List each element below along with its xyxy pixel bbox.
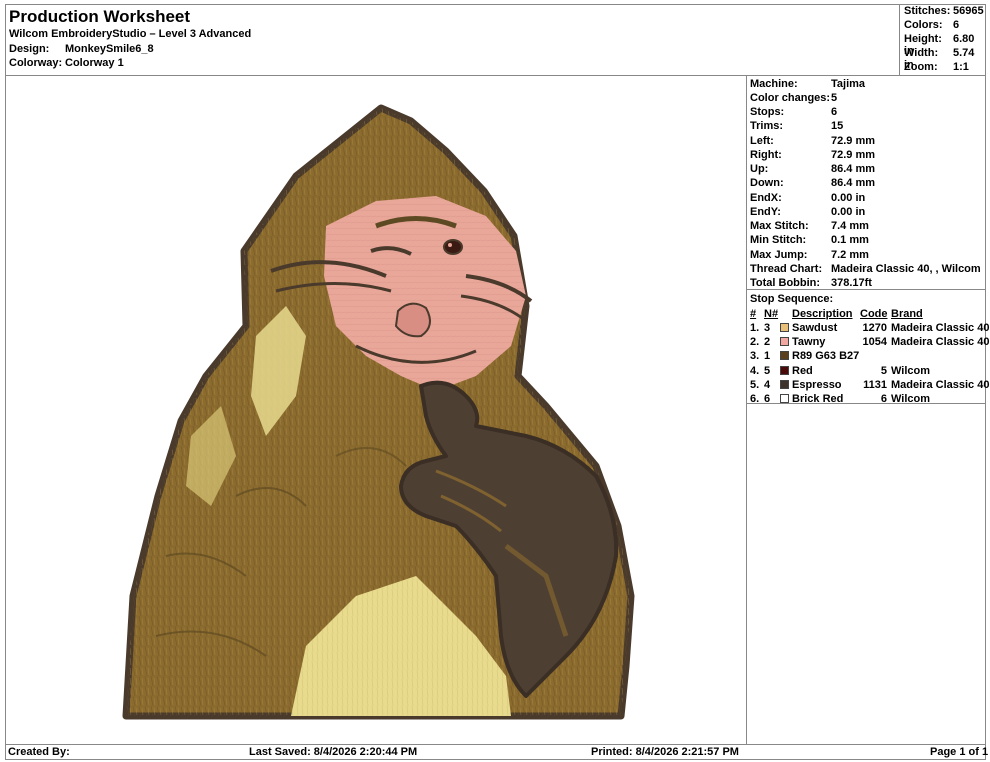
- needle-number: 5: [764, 364, 771, 377]
- thread-brand: Madeira Classic 40: [891, 378, 990, 391]
- table-row: 3. 1 R89 G63 B27: [747, 350, 985, 364]
- detail-left: Left: 72.9 mm: [750, 135, 876, 147]
- detail-down: Down: 86.4 mm: [750, 177, 876, 189]
- software-name: Wilcom EmbroideryStudio – Level 3 Advanc…: [9, 28, 252, 40]
- stop-sequence-title: Stop Sequence:: [750, 293, 834, 305]
- detail-total-bobbin: Total Bobbin: 378.17ft: [750, 277, 872, 289]
- stat-zoom: Zoom: 1:1: [904, 61, 969, 73]
- detail-max-jump: Max Jump: 7.2 mm: [750, 249, 869, 261]
- detail-trims: Trims: 15: [750, 120, 844, 132]
- stop-sequence-table: Stop Sequence: # N# Description Code Bra…: [747, 289, 989, 407]
- thread-description: Red: [792, 364, 813, 377]
- thread-description: Espresso: [792, 378, 842, 391]
- thread-description: Tawny: [792, 336, 826, 349]
- row-number: 5.: [750, 378, 760, 391]
- thread-code: 1054: [862, 336, 887, 349]
- page-number: Page 1 of 1: [930, 746, 989, 758]
- stat-stitches: Stitches: 56965: [904, 5, 984, 17]
- detail-up: Up: 86.4 mm: [750, 163, 876, 175]
- stat-colors: Colors: 6: [904, 19, 960, 31]
- color-swatch: [780, 394, 789, 403]
- colorway-row: Colorway: Colorway 1: [9, 57, 124, 69]
- thread-code: 1131: [863, 378, 887, 391]
- needle-number: 4: [764, 378, 771, 391]
- table-row: 6. 6 Brick Red 6 Wilcom: [747, 393, 985, 407]
- col-header-n: N#: [764, 308, 779, 320]
- thread-code: 1270: [862, 322, 887, 334]
- table-row: 1. 3 Sawdust 1270 Madeira Classic 40: [747, 322, 989, 336]
- colorway-label: Colorway:: [9, 57, 63, 69]
- worksheet-header: Production Worksheet Wilcom EmbroiderySt…: [6, 5, 985, 76]
- thread-brand: Madeira Classic 40: [891, 336, 990, 349]
- detail-thread-chart: Thread Chart: Madeira Classic 40, , Wilco…: [750, 263, 981, 275]
- col-header-num: #: [750, 308, 757, 320]
- color-swatch: [780, 365, 789, 375]
- detail-endx: EndX: 0.00 in: [750, 192, 866, 204]
- design-preview: [6, 76, 747, 744]
- row-number: 3.: [750, 350, 760, 363]
- design-label: Design:: [9, 43, 50, 55]
- colorway-value: Colorway 1: [65, 57, 124, 69]
- monkey-embroidery-image: [122, 104, 635, 720]
- printed-date: Printed: 8/4/2026 2:21:57 PM: [591, 746, 739, 758]
- thread-description: Sawdust: [792, 322, 838, 334]
- col-header-code: Code: [860, 308, 888, 320]
- detail-min-stitch: Min Stitch: 0.1 mm: [750, 234, 869, 246]
- detail-stops: Stops: 6: [750, 106, 838, 118]
- thread-brand: Wilcom: [891, 393, 931, 405]
- col-header-description: Description: [792, 308, 853, 320]
- detail-max-stitch: Max Stitch: 7.4 mm: [750, 220, 869, 232]
- detail-right: Right: 72.9 mm: [750, 149, 876, 161]
- detail-endy: EndY: 0.00 in: [750, 206, 866, 218]
- needle-number: 1: [764, 350, 771, 363]
- row-number: 6.: [750, 393, 760, 405]
- detail-color-changes: Color changes:5: [750, 92, 838, 104]
- needle-number: 2: [764, 336, 771, 349]
- row-number: 4.: [750, 364, 760, 377]
- worksheet: Production Worksheet Wilcom EmbroiderySt…: [5, 4, 989, 760]
- page-title: Production Worksheet: [9, 7, 191, 26]
- color-swatch: [780, 323, 789, 332]
- row-number: 2.: [750, 336, 760, 349]
- thread-brand: Wilcom: [891, 364, 931, 377]
- thread-description: Brick Red: [792, 393, 844, 405]
- table-row: 4. 5 Red 5 Wilcom: [747, 365, 985, 379]
- design-value: MonkeySmile6_8: [65, 43, 154, 55]
- detail-machine: Machine: Tajima: [750, 78, 866, 90]
- color-swatch: [780, 337, 789, 347]
- stats-panel: Stitches: 56965 Colors: 6 Height: 6.80 in W…: [899, 5, 985, 76]
- needle-number: 6: [764, 393, 771, 405]
- worksheet-footer: Created By: Last Saved: 8/4/2026 2:20:44…: [6, 744, 989, 759]
- table-row: 5. 4 Espresso 1131 Madeira Classic 40: [747, 378, 989, 393]
- col-header-brand: Brand: [891, 308, 923, 320]
- table-row: 2. 2 Tawny 1054 Madeira Classic 40: [747, 336, 989, 350]
- color-swatch: [780, 379, 789, 389]
- created-by: Created By:: [8, 746, 70, 758]
- thread-code: 5: [880, 364, 887, 377]
- needle-number: 3: [764, 322, 771, 334]
- last-saved: Last Saved: 8/4/2026 2:20:44 PM: [249, 746, 418, 758]
- color-swatch: [780, 351, 789, 361]
- thread-description: R89 G63 B27: [792, 350, 860, 363]
- design-row: Design: MonkeySmile6_8: [9, 43, 154, 55]
- thread-code: 6: [880, 393, 887, 405]
- row-number: 1.: [750, 322, 760, 334]
- thread-brand: Madeira Classic 40: [891, 322, 990, 334]
